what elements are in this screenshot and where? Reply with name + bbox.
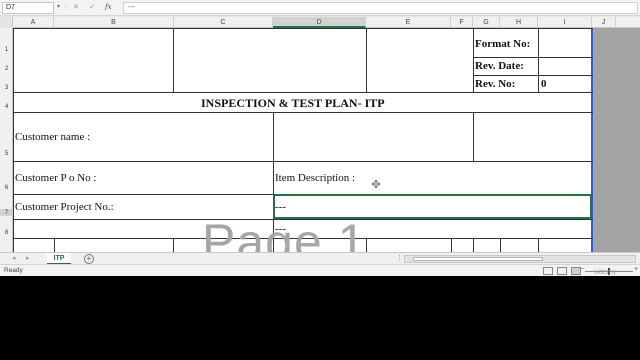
grid-line [473, 238, 474, 252]
page-title: INSPECTION & TEST PLAN- ITP [201, 96, 385, 110]
column-header[interactable]: A [13, 17, 54, 28]
column-header[interactable]: D [273, 17, 366, 28]
column-header[interactable]: H [500, 17, 538, 28]
grid-line [473, 28, 474, 92]
grid-line [366, 28, 367, 92]
formula-bar: D7 ▾ ⋮ ✕ ✓ fx --- [0, 0, 640, 16]
grid-line [500, 238, 501, 252]
rev-no-label: Rev. No: [475, 78, 516, 90]
row-header[interactable]: 7 [0, 209, 13, 216]
d8-cell-value[interactable]: --- [275, 223, 286, 235]
next-sheet-button[interactable]: ▸ [26, 254, 30, 262]
page-layout-view-button[interactable] [557, 267, 567, 275]
name-box[interactable]: D7 [2, 2, 54, 14]
customer-project-label: Customer Project No.: [15, 201, 114, 213]
grid-line [473, 57, 593, 58]
grid-line [173, 28, 174, 92]
horizontal-scrollbar[interactable] [404, 255, 636, 263]
rev-date-label: Rev. Date: [475, 60, 524, 72]
row-header[interactable]: 5 [0, 150, 13, 157]
format-no-label: Format No: [475, 38, 531, 50]
cancel-icon[interactable]: ✕ [73, 3, 79, 11]
column-header[interactable]: F [451, 17, 473, 28]
grid-line [13, 92, 593, 93]
separator-icon: ⋮ [63, 5, 69, 11]
status-ready: Ready [4, 267, 23, 274]
worksheet-grid[interactable]: Page 1 Format No: Rev. Date: Rev. No: 0 … [13, 28, 640, 252]
zoom-in-button[interactable]: + [634, 266, 638, 273]
scrollbar-thumb[interactable] [413, 257, 543, 261]
grid-line [538, 238, 539, 252]
sheet-tab-bar: ◂ ▸ ITP + ⋮ [0, 252, 640, 265]
column-header[interactable]: E [366, 17, 451, 28]
fx-icon[interactable]: fx [105, 3, 112, 11]
column-header[interactable]: G [473, 17, 500, 28]
grid-line [13, 161, 593, 162]
select-all-button[interactable] [0, 17, 13, 28]
row-header[interactable]: 2 [0, 65, 13, 72]
row-header[interactable]: 6 [0, 184, 13, 191]
column-header[interactable]: J [592, 17, 616, 28]
row-headers: 1 2 3 4 5 6 7 8 [0, 28, 13, 252]
grid-line [54, 238, 55, 252]
grid-line [473, 75, 593, 76]
column-header[interactable]: B [54, 17, 174, 28]
grid-line [538, 28, 539, 92]
customer-name-label: Customer name : [15, 131, 91, 143]
formula-input[interactable]: --- [123, 2, 638, 14]
customer-po-label: Customer P o No : [15, 172, 97, 184]
column-header[interactable]: C [174, 17, 273, 28]
grid-line [13, 28, 593, 29]
row-header[interactable]: 3 [0, 84, 13, 91]
enter-icon[interactable]: ✓ [89, 3, 95, 11]
item-description-label: Item Description : [275, 172, 356, 184]
row-header[interactable]: 4 [0, 103, 13, 110]
column-headers: A B C D E F G H I J [0, 17, 640, 28]
row-header[interactable]: 8 [0, 229, 13, 236]
grid-line [13, 112, 593, 113]
add-sheet-icon[interactable]: + [84, 254, 94, 264]
prev-sheet-button[interactable]: ◂ [12, 254, 16, 262]
row-header[interactable]: 1 [0, 46, 13, 53]
column-header[interactable]: I [538, 17, 592, 28]
grid-line [473, 112, 474, 161]
normal-view-button[interactable] [543, 267, 553, 275]
zoom-out-button[interactable]: − [580, 266, 584, 273]
udemy-logo: Udemy [594, 269, 617, 276]
status-bar: Ready − + Udemy [0, 264, 640, 276]
excel-window: D7 ▾ ⋮ ✕ ✓ fx --- A B C D E F G H I J 1 … [0, 0, 640, 276]
chevron-down-icon[interactable]: ▾ [57, 3, 60, 10]
outside-print-area [593, 28, 640, 252]
tab-splitter[interactable]: ⋮ [396, 254, 403, 262]
cursor-icon [372, 175, 380, 188]
rev-no-value: 0 [541, 78, 547, 90]
grid-line [173, 238, 174, 252]
grid-line [451, 238, 452, 252]
active-cell-highlight[interactable] [273, 194, 592, 219]
